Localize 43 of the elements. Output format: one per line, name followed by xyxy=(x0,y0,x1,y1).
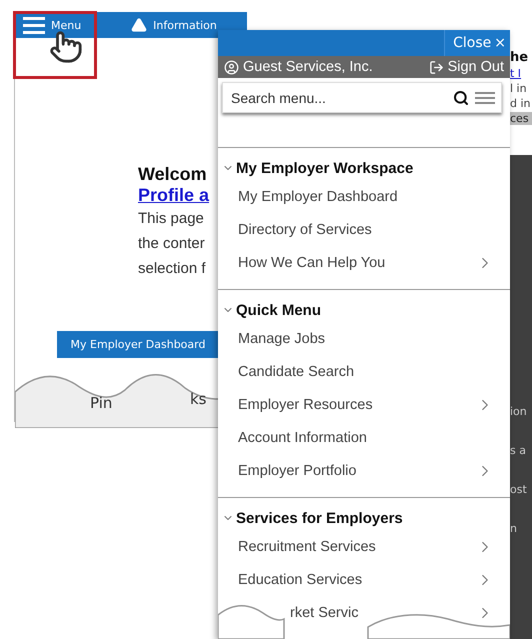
menu-item[interactable]: Account Information xyxy=(218,421,510,454)
menu-item[interactable]: How We Can Help You xyxy=(218,246,510,279)
menu-icon xyxy=(23,16,45,34)
page-text: ion xyxy=(510,405,528,418)
page-text: ost xyxy=(510,483,528,496)
welcome-heading: Welcom xyxy=(138,164,207,185)
menu-item[interactable]: Manage Jobs xyxy=(218,322,510,355)
menu-item[interactable]: Directory of Services xyxy=(218,213,510,246)
sign-out-button[interactable]: Sign Out xyxy=(428,59,504,76)
intro-text: This page xyxy=(138,209,204,229)
menu-item[interactable]: Employer Portfolio xyxy=(218,454,510,487)
warning-icon xyxy=(131,17,148,33)
section-header[interactable]: Services for Employers xyxy=(218,506,510,530)
pinned-links-text: Pin xyxy=(90,394,112,412)
sign-out-icon xyxy=(428,60,444,75)
menu-item[interactable]: Recruitment Services xyxy=(218,530,510,563)
page-text: t I xyxy=(510,67,522,80)
dashboard-tab[interactable]: My Employer Dashboard xyxy=(57,331,219,358)
information-button[interactable]: Information xyxy=(101,12,247,38)
section-header[interactable]: Quick Menu xyxy=(218,298,510,322)
intro-text: the conter xyxy=(138,234,205,254)
profile-link[interactable]: Profile a xyxy=(138,185,210,206)
section-header[interactable]: My Employer Workspace xyxy=(218,156,510,180)
page-text: ces xyxy=(510,112,532,125)
menu-item[interactable]: Education Services xyxy=(218,563,510,596)
page-text: n xyxy=(510,522,518,535)
search-field[interactable]: Search menu... xyxy=(222,82,502,113)
menu-item[interactable]: Candidate Search xyxy=(218,355,510,388)
user-icon xyxy=(224,60,239,75)
close-button[interactable]: Close × xyxy=(444,30,510,56)
hand-cursor-icon xyxy=(49,30,83,64)
list-icon[interactable] xyxy=(475,90,495,105)
page-text: d in xyxy=(510,97,532,110)
menu-item[interactable]: Employer Resources xyxy=(218,388,510,421)
menu-item[interactable]: My Employer Dashboard xyxy=(218,180,510,213)
page-text: l in xyxy=(510,82,528,95)
pinned-links-text: ks xyxy=(190,390,207,408)
menu-item[interactable]: rket Servic xyxy=(218,596,510,629)
account-name: Guest Services, Inc. xyxy=(224,59,373,76)
intro-text: selection f xyxy=(138,259,206,279)
search-icon[interactable] xyxy=(453,90,469,106)
page-text: he xyxy=(510,50,530,65)
page-text: s a xyxy=(510,444,527,457)
